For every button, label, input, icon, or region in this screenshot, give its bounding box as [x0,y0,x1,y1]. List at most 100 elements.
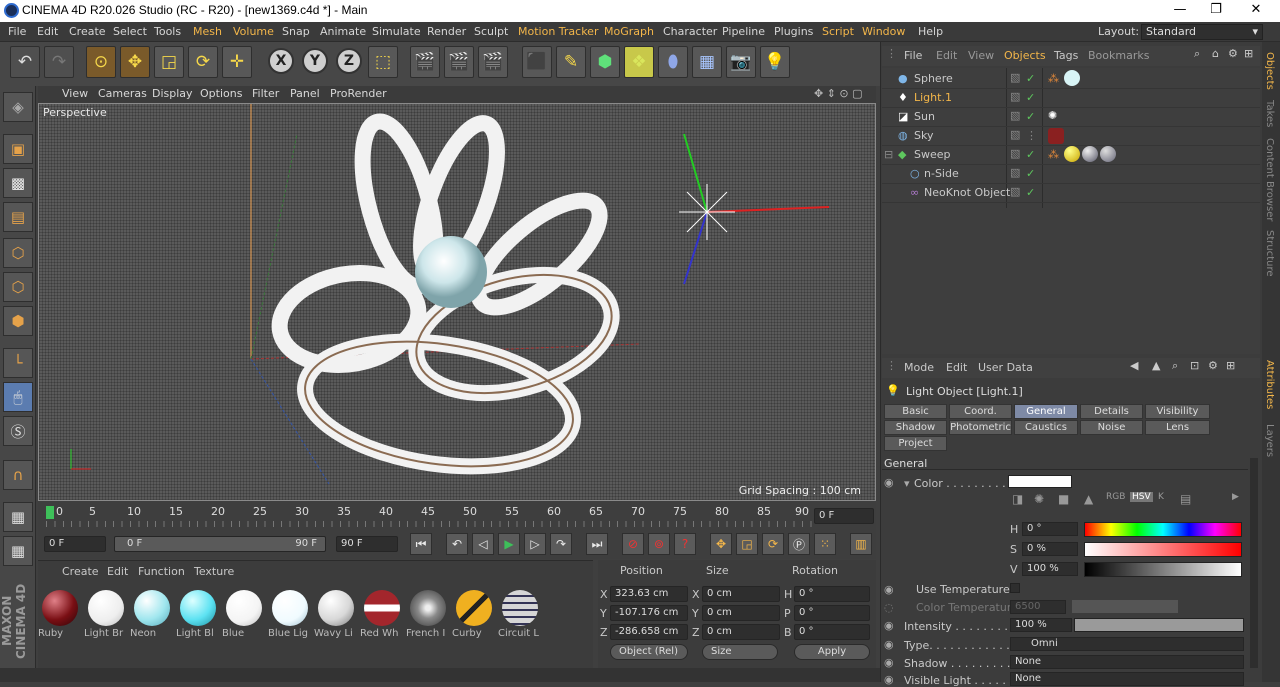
tab-general[interactable]: General [1014,404,1078,419]
tab-details[interactable]: Details [1080,404,1143,419]
material-swatch[interactable]: Blue [222,590,266,644]
lock-icon[interactable]: ⊡ [1190,359,1199,372]
phong-tag-icon[interactable]: ⁂ [1048,148,1059,161]
object-row-sky[interactable]: ◍ Sky ▧ ⋮ [882,127,1260,146]
saturation-field[interactable]: 0 % [1022,542,1078,556]
timeline-ruler[interactable]: 0 5 10 15 20 25 30 35 40 45 50 55 60 65 … [38,501,876,531]
up-arrow-icon[interactable]: ▲ [1152,359,1160,372]
menu-motion-tracker[interactable]: Motion Tracker [518,25,598,38]
x-axis-button[interactable]: X [268,48,294,74]
rotate-tool-button[interactable]: ⟳ [188,46,218,78]
object-row-nside[interactable]: ○ n-Side ▧ ✓ [882,165,1260,184]
saturation-slider[interactable] [1084,542,1242,557]
menu-window[interactable]: Window [862,25,905,38]
transform-tool-button[interactable]: ✛ [222,46,252,78]
hue-slider[interactable] [1084,522,1242,537]
live-selection-button[interactable]: ⊙ [86,46,116,78]
object-row-neoknot[interactable]: ∞ NeoKnot Object ▧ ✓ [882,184,1260,203]
visibility-toggle-icon[interactable]: ▧ [1010,185,1020,198]
deformer-button[interactable]: ⬮ [658,46,688,78]
record-button[interactable]: ⊘ [622,533,644,555]
go-to-start-button[interactable]: ⏮ [410,533,432,555]
menu-animate[interactable]: Animate [320,25,366,38]
timeline-window-button[interactable]: ▥ [850,533,872,555]
menu-simulate[interactable]: Simulate [372,25,421,38]
menu-file[interactable]: File [8,25,26,38]
texture-mode-button[interactable]: ▩ [3,168,33,198]
sun-tag-icon[interactable]: ✺ [1048,109,1057,122]
menu-tools[interactable]: Tools [154,25,181,38]
minimize-button[interactable]: — [1160,0,1200,22]
objects-menu-edit[interactable]: Edit [936,49,957,62]
side-tab-structure[interactable]: Structure [1264,230,1275,277]
settings-icon[interactable]: ⚙ [1208,359,1218,372]
sky-material-tag-icon[interactable] [1048,128,1064,144]
material-swatch[interactable]: Circuit L [498,590,542,644]
menu-mograph[interactable]: MoGraph [604,25,654,38]
intensity-field[interactable]: 100 % [1010,618,1072,632]
material-swatch[interactable]: Red Wh [360,590,404,644]
visibility-toggle-icon[interactable]: ▧ [1010,90,1020,103]
menu-script[interactable]: Script [822,25,854,38]
coordinate-system-button[interactable]: ⬚ [368,46,398,78]
search-icon[interactable]: ⌕ [1194,47,1200,61]
objects-menu-file[interactable]: File [904,49,922,62]
frame-range-slider[interactable]: 0 F 90 F [114,536,326,552]
color-swatch[interactable] [1008,475,1072,488]
enabled-check-icon[interactable]: ✓ [1026,186,1035,199]
enabled-check-icon[interactable]: ✓ [1026,72,1035,85]
visible-light-select[interactable]: None [1010,672,1244,686]
rotation-p-field[interactable]: 0 ° [794,605,870,621]
object-row-sun[interactable]: ◪ Sun ▧ ✓ ✺ [882,108,1260,127]
viewport-menu-cameras[interactable]: Cameras [98,87,147,100]
side-tab-attributes[interactable]: Attributes [1264,360,1275,409]
playhead[interactable] [46,506,54,519]
material-tag-icon[interactable] [1064,70,1080,86]
tab-lens[interactable]: Lens [1145,420,1210,435]
mixer-icon[interactable]: ▤ [1180,492,1191,506]
workplane-button[interactable]: ▤ [3,202,33,232]
phong-tag-icon[interactable]: ⁂ [1048,72,1059,85]
tweak-mode-button[interactable]: 🖱 [3,382,33,412]
color-wheel-icon[interactable]: ◨ [1012,492,1023,506]
objects-menu-objects[interactable]: Objects [1004,49,1046,62]
play-button[interactable]: ▶ [498,533,520,555]
model-mode-button[interactable]: ▣ [3,134,33,164]
current-frame-field[interactable]: 0 F [814,508,874,524]
shadow-select[interactable]: None [1010,655,1244,669]
menu-character[interactable]: Character [663,25,717,38]
attributes-scrollbar[interactable] [1250,458,1258,668]
record-pla-button[interactable]: ⁙ [814,533,836,555]
make-editable-button[interactable]: ◈ [3,92,33,122]
go-to-end-button[interactable]: ⏭ [586,533,608,555]
settings-icon[interactable]: ⚙ [1228,47,1238,60]
visibility-toggle-icon[interactable]: ▧ [1010,166,1020,179]
camera-button[interactable]: 📷 [726,46,756,78]
enabled-dot-icon[interactable]: ⋮ [1026,129,1037,142]
kelvin-icon[interactable]: K [1158,492,1164,502]
size-x-field[interactable]: 0 cm [702,586,780,602]
object-row-light1[interactable]: ♦ Light.1 ▧ ✓ [882,89,1260,108]
floor-button[interactable]: ▦ [692,46,722,78]
material-swatch[interactable]: French I [406,590,450,644]
menu-snap[interactable]: Snap [282,25,310,38]
keyframe-selection-button[interactable]: ? [674,533,696,555]
color-temperature-field[interactable]: 6500 [1010,600,1066,614]
intensity-slider[interactable] [1074,618,1244,632]
attr-menu-mode[interactable]: Mode [904,361,934,374]
tab-noise[interactable]: Noise [1080,420,1143,435]
undo-button[interactable]: ↶ [10,46,40,78]
menu-render[interactable]: Render [427,25,466,38]
layout-select[interactable]: Standard ▾ [1141,24,1263,40]
side-tab-takes[interactable]: Takes [1264,100,1275,127]
material-tag-icon[interactable] [1064,146,1080,162]
gradient-icon[interactable]: ■ [1058,492,1069,506]
previous-frame-button[interactable]: ◁ [472,533,494,555]
enabled-check-icon[interactable]: ✓ [1026,148,1035,161]
objects-menu-bookmarks[interactable]: Bookmarks [1088,49,1149,62]
animate-dot-icon[interactable]: ◉ [884,673,894,686]
rgb-icon[interactable]: RGB [1106,492,1125,502]
maximize-button[interactable]: ❐ [1196,0,1236,22]
menu-select[interactable]: Select [113,25,147,38]
objects-menu-tags[interactable]: Tags [1054,49,1078,62]
